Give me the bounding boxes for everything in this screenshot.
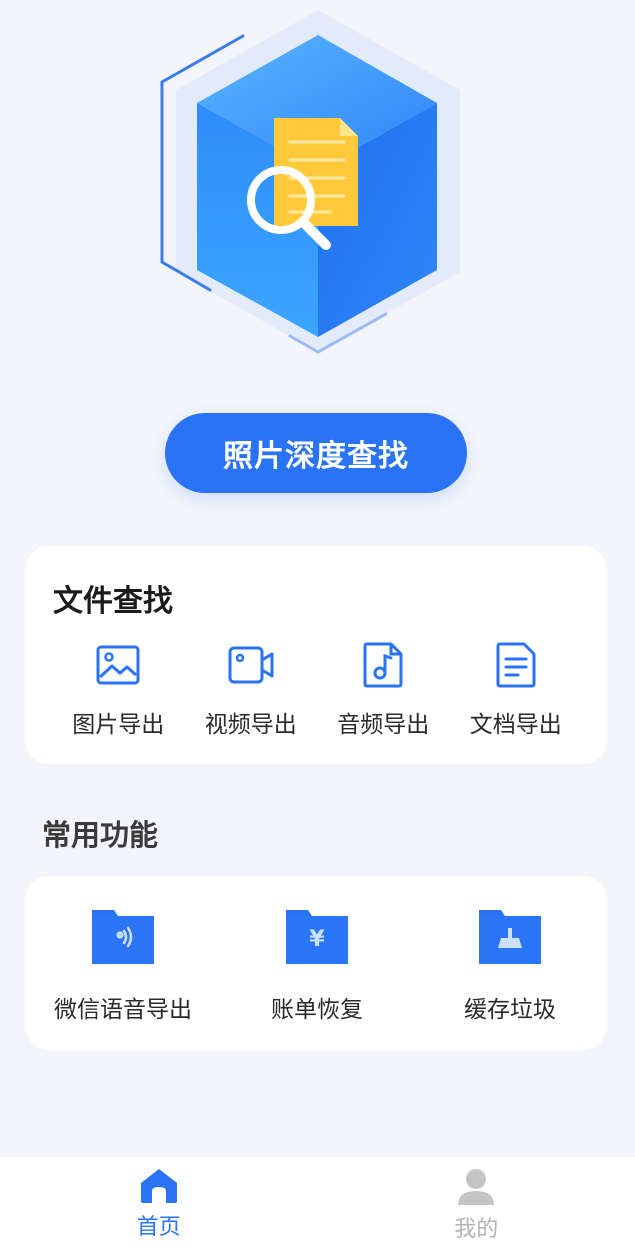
document-export-label: 文档导出	[469, 712, 562, 738]
wechat-voice-export-item[interactable]: 微信语音导出	[26, 906, 220, 1036]
common-functions-grid: 微信语音导出 ¥ 账单恢复 缓存垃圾	[26, 906, 606, 1036]
home-icon	[140, 1169, 177, 1203]
hero-illustration	[0, 0, 635, 370]
image-icon	[94, 641, 142, 689]
tab-mine[interactable]: 我的	[318, 1157, 635, 1259]
image-export-label: 图片导出	[72, 712, 165, 738]
tab-home[interactable]: 首页	[0, 1157, 318, 1259]
video-export-label: 视频导出	[204, 712, 297, 738]
video-export-item[interactable]: 视频导出	[185, 641, 318, 741]
deep-photo-search-button[interactable]: 照片深度查找	[165, 413, 467, 493]
voice-folder-icon	[90, 906, 156, 966]
tab-home-label: 首页	[136, 1215, 181, 1240]
wechat-voice-export-label: 微信语音导出	[54, 997, 192, 1023]
file-search-card: 文件查找 图片导出 视频导出 音频导出 文档导出	[26, 546, 606, 764]
common-functions-title: 常用功能	[42, 818, 159, 852]
svg-text:¥: ¥	[309, 927, 325, 952]
file-search-cube-icon	[160, 10, 460, 354]
audio-export-item[interactable]: 音频导出	[317, 641, 450, 741]
user-icon	[458, 1169, 495, 1205]
tab-mine-label: 我的	[454, 1217, 499, 1242]
image-export-item[interactable]: 图片导出	[52, 641, 185, 741]
bill-recovery-item[interactable]: ¥ 账单恢复	[220, 906, 414, 1036]
document-icon	[492, 641, 540, 689]
common-functions-card: 微信语音导出 ¥ 账单恢复 缓存垃圾	[26, 876, 606, 1050]
music-note-icon	[359, 641, 407, 689]
bill-recovery-label: 账单恢复	[271, 997, 363, 1023]
document-export-item[interactable]: 文档导出	[450, 641, 583, 741]
yuan-folder-icon: ¥	[284, 906, 350, 966]
cache-junk-item[interactable]: 缓存垃圾	[414, 906, 606, 1036]
bottom-tab-bar: 首页 我的	[0, 1157, 635, 1259]
broom-folder-icon	[477, 906, 543, 966]
file-search-title: 文件查找	[53, 584, 173, 619]
home-screen: 照片深度查找 文件查找 图片导出 视频导出 音频导出 文档导出 常用功能 微信语…	[0, 0, 635, 1259]
audio-export-label: 音频导出	[337, 712, 430, 738]
file-search-grid: 图片导出 视频导出 音频导出 文档导出	[52, 641, 582, 741]
cache-junk-label: 缓存垃圾	[464, 997, 556, 1023]
video-icon	[227, 641, 275, 689]
